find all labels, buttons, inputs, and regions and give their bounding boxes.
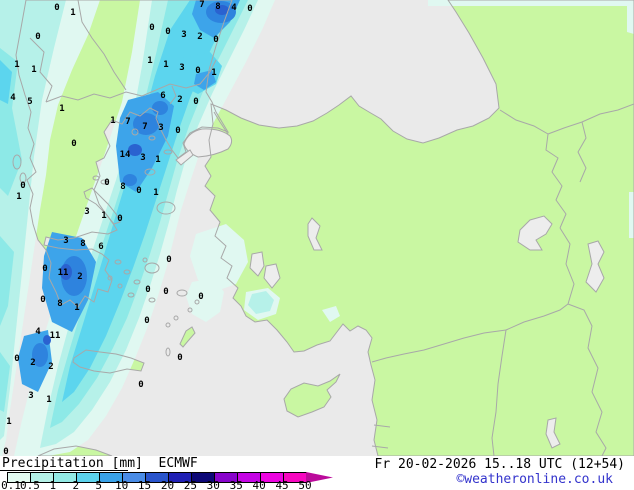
tick-label-10: 10 — [114, 479, 129, 490]
precip-value: 0 — [54, 3, 59, 13]
tick-label-40: 40 — [252, 479, 266, 490]
precip-value: 1 — [59, 104, 64, 114]
tick-label-15: 15 — [137, 479, 152, 490]
precip-value: 0 — [198, 292, 203, 302]
legend-bar: Precipitation [mm] ECMWF 0.1 0.5 1 2 5 10 15 20… — [0, 456, 634, 490]
precip-value: 6 — [98, 242, 103, 252]
precip-value: 0 — [193, 97, 198, 107]
precip-value: 0 — [144, 316, 149, 326]
colorbar-tick-labels: 0.1 0.5 1 2 5 10 15 20 25 30 35 40 45 50 — [0, 479, 340, 490]
precip-value: 1 — [74, 303, 79, 313]
precip-value: 0 — [166, 255, 171, 265]
tick-label-45: 45 — [275, 479, 289, 490]
tick-label-2: 2 — [72, 479, 80, 490]
copyright-link[interactable]: ©weatheronline.co.uk — [456, 472, 613, 487]
legend-unit: [mm] — [111, 456, 143, 471]
tick-label-50: 50 — [298, 479, 312, 490]
precip-value: 0 — [145, 285, 150, 295]
precip-value: 0 — [35, 32, 40, 42]
legend-underline — [0, 470, 128, 471]
precip-value: 0 — [138, 380, 143, 390]
tick-label-0.5: 0.5 — [19, 479, 40, 490]
precip-value: 1 — [153, 188, 158, 198]
precip-value: 1 — [6, 417, 11, 427]
tick-label-25: 25 — [183, 479, 197, 490]
precip-value: 2 — [197, 32, 202, 42]
precip-value: 8 — [80, 239, 85, 249]
precip-value: 0 — [149, 23, 154, 33]
precip-value: 8 — [120, 182, 125, 192]
precip-value: 0 — [165, 27, 170, 37]
tick-label-30: 30 — [206, 479, 220, 490]
precip-value: 2 — [30, 358, 35, 368]
precip-value: 4 — [10, 93, 16, 103]
precip-value: 0 — [136, 186, 141, 196]
precip-value: 7 — [199, 0, 204, 10]
legend-title-text: Precipitation — [2, 456, 104, 471]
precip-value: 3 — [158, 123, 163, 133]
map-canvas: 0 17 8 4 000 0 3 2 01 11 1 3 0 14 56 2 011 7 7 3 0014 3 10 0 8 0 1… — [0, 0, 634, 456]
precip-value: 8 — [215, 2, 220, 12]
precip-value: 1 — [163, 60, 168, 70]
precip-value: 2 — [177, 95, 182, 105]
precip-value: 0 — [195, 66, 200, 76]
precip-value: 7 — [142, 122, 147, 132]
precip-value: 0 — [117, 214, 122, 224]
precip-value: 3 — [181, 30, 186, 40]
precip-value: 3 — [140, 153, 145, 163]
precip-value: 3 — [179, 63, 184, 73]
tick-label-0.1: 0.1 — [1, 479, 21, 490]
precip-value: 0 — [247, 4, 252, 14]
precip-value: 4 — [231, 3, 237, 13]
precip-value: 0 — [175, 126, 180, 136]
precipitation-map: 0 1 7 8 4 0 0 0 0 3 2 0 1 1 1 1 3 0 1 4 5 6 2 0 1 1 7 7 3 0 0 14 3 1 0 0 8 0 1… — [0, 0, 634, 456]
precip-value: 1 — [147, 56, 152, 66]
precip-value: 1 — [155, 155, 160, 165]
precip-value: 0 — [177, 353, 182, 363]
precip-value: 8 — [57, 299, 62, 309]
precip-value: 3 — [63, 236, 68, 246]
precip-value: 0 — [71, 139, 76, 149]
precip-value: 0 — [163, 287, 168, 297]
weather-map-page: 0 1 7 8 4 0 0 0 0 3 2 0 1 1 1 1 3 0 1 4 5 6 2 0 1 1 7 7 3 0 0 14 3 1 0 0 8 0 1… — [0, 0, 634, 490]
tick-label-20: 20 — [160, 479, 175, 490]
precip-value: 1 — [31, 65, 36, 75]
precip-value: 1 — [14, 60, 19, 70]
precip-value: 14 — [120, 150, 131, 160]
precip-value: 7 — [125, 117, 130, 127]
precip-value: 1 — [16, 192, 21, 202]
precip-value: 1 — [46, 395, 51, 405]
precip-value: 1 — [70, 8, 75, 18]
precip-value: 1 — [101, 211, 106, 221]
precip-value: 0 — [40, 295, 45, 305]
precip-value: 2 — [77, 272, 82, 282]
precip-value: 0 — [14, 354, 19, 364]
tick-label-1: 1 — [49, 479, 57, 490]
forecast-datetime: Fr 20-02-2026 15..18 UTC (12+54) — [374, 457, 625, 472]
precip-value: 11 — [50, 331, 61, 341]
precip-value: 4 — [35, 327, 41, 337]
precip-value: 11 — [58, 268, 69, 278]
legend-model: ECMWF — [158, 456, 198, 471]
legend-title: Precipitation [mm] ECMWF — [2, 456, 198, 471]
precip-value: 1 — [211, 68, 216, 78]
precip-value: 0 — [42, 264, 47, 274]
tick-label-35: 35 — [229, 479, 243, 490]
precip-value: 2 — [48, 362, 53, 372]
precip-value: 0 — [3, 447, 8, 456]
precip-value: 0 — [213, 35, 218, 45]
precip-value: 0 — [104, 178, 109, 188]
precip-value: 1 — [110, 116, 115, 126]
precip-value: 0 — [20, 181, 25, 191]
precip-value: 5 — [27, 97, 32, 107]
precip-value: 6 — [160, 91, 165, 101]
precip-value: 3 — [84, 207, 89, 217]
precip-value: 3 — [28, 391, 33, 401]
tick-label-5: 5 — [95, 479, 102, 490]
